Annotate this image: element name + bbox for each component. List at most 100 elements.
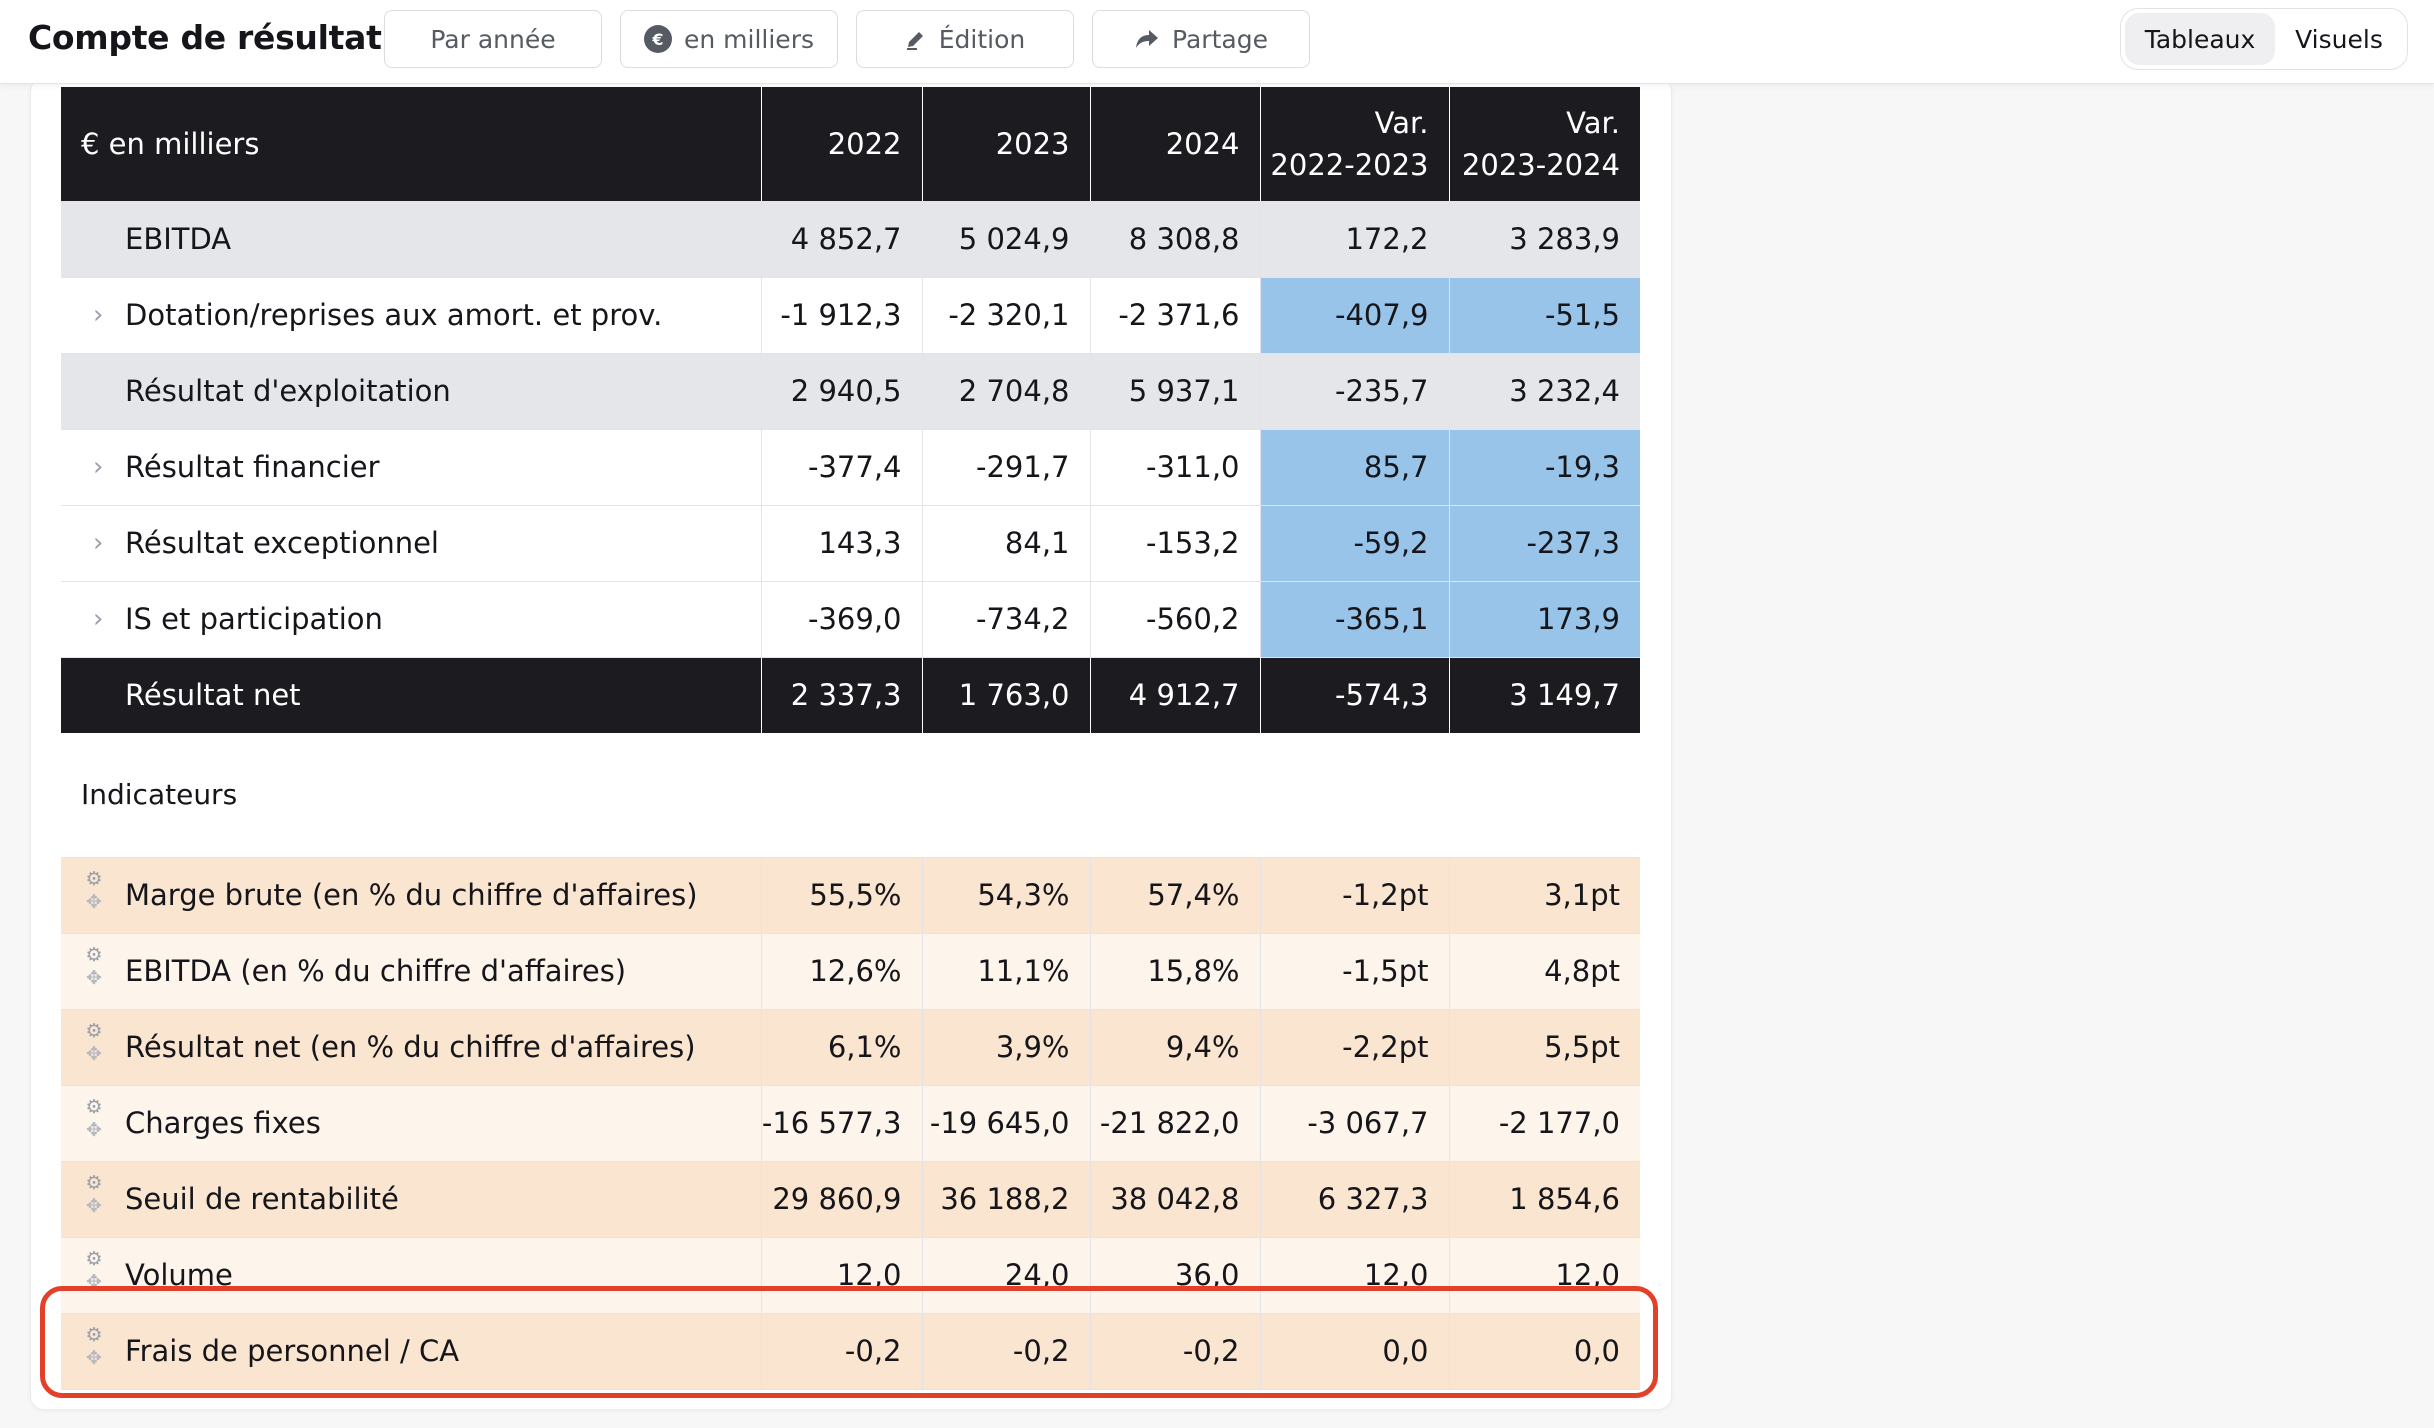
value-cell: 1 854,6 [1449,1161,1640,1238]
drag-handle-icon[interactable]: ✥ [86,1120,102,1140]
row-handle[interactable]: ⚙ ✥ [85,1021,103,1064]
edit-button[interactable]: Édition [856,10,1074,68]
chevron-right-icon[interactable]: › [93,604,103,634]
value-cell: -21 822,0 [1090,1085,1261,1162]
value-cell: 3 232,4 [1449,353,1640,430]
value-cell: 3,9% [922,1009,1091,1086]
table-row[interactable]: › IS et participation -369,0 -734,2 -560,2 -3… [61,581,1640,658]
units-button[interactable]: € en milliers [620,10,838,68]
value-cell: -560,2 [1090,581,1261,658]
table-row[interactable]: › Résultat exceptionnel 143,3 84,1 -153,2 -59… [61,505,1640,582]
gear-icon[interactable]: ⚙ [85,869,102,889]
row-handle[interactable]: ⚙ ✥ [85,1097,103,1140]
edit-button-label: Édition [938,24,1026,54]
table-row: EBITDA 4 852,7 5 024,9 8 308,8 172,2 3 283,9 [61,201,1640,278]
gear-icon[interactable]: ⚙ [85,945,102,965]
chevron-right-icon[interactable]: › [93,452,103,482]
gear-icon[interactable]: ⚙ [85,1097,102,1117]
value-cell: -1 912,3 [761,277,923,354]
drag-handle-icon[interactable]: ✥ [86,892,102,912]
share-button-label: Partage [1172,24,1268,54]
value-cell: -19,3 [1449,429,1640,506]
share-button[interactable]: Partage [1092,10,1310,68]
value-cell: 0,0 [1449,1313,1640,1390]
row-label: IS et participation [125,602,383,636]
gear-icon[interactable]: ⚙ [85,1021,102,1041]
chevron-right-icon[interactable]: › [93,300,103,330]
row-label: Résultat exceptionnel [125,526,439,560]
indicator-row[interactable]: ⚙ ✥ Résultat net (en % du chiffre d'affair… [61,1009,1640,1086]
units-button-label: en milliers [684,24,814,54]
value-cell: -2 371,6 [1090,277,1261,354]
value-cell: 9,4% [1090,1009,1261,1086]
value-cell: -1,2pt [1260,857,1450,934]
chevron-right-icon[interactable]: › [93,528,103,558]
indicator-label: Charges fixes [125,1106,321,1140]
drag-handle-icon[interactable]: ✥ [86,968,102,988]
indicators-title: Indicateurs [61,733,1640,858]
row-handle[interactable]: ⚙ ✥ [85,1325,103,1368]
gear-icon[interactable]: ⚙ [85,1325,102,1345]
indicator-row[interactable]: ⚙ ✥ Volume 12,0 24,0 36,0 12,0 12,0 [61,1237,1640,1314]
value-cell: 55,5% [761,857,923,934]
col-header: 2022 [761,87,923,201]
drag-handle-icon[interactable]: ✥ [86,1272,102,1292]
row-label: Résultat net [125,678,301,713]
col-header: 2023 [922,87,1091,201]
value-cell: -16 577,3 [761,1085,923,1162]
col-header: Var. 2023-2024 [1449,87,1640,201]
drag-handle-icon[interactable]: ✥ [86,1196,102,1216]
page-title: Compte de résultat [28,18,382,57]
value-cell: -235,7 [1260,353,1450,430]
drag-handle-icon[interactable]: ✥ [86,1348,102,1368]
gear-icon[interactable]: ⚙ [85,1173,102,1193]
indicator-label-cell: ⚙ ✥ EBITDA (en % du chiffre d'affaires) [61,933,762,1010]
tab-visuels[interactable]: Visuels [2275,13,2403,65]
indicator-label-cell: ⚙ ✥ Résultat net (en % du chiffre d'affair… [61,1009,762,1086]
row-handle[interactable]: ⚙ ✥ [85,945,103,988]
period-button[interactable]: Par année [384,10,602,68]
row-label-cell: › Résultat exceptionnel [61,505,762,582]
value-cell: -51,5 [1449,277,1640,354]
row-label-cell: › IS et participation [61,581,762,658]
col-header: 2024 [1090,87,1261,201]
indicator-row[interactable]: ⚙ ✥ Marge brute (en % du chiffre d'affaire… [61,857,1640,934]
value-cell: -2,2pt [1260,1009,1450,1086]
indicator-label: EBITDA (en % du chiffre d'affaires) [125,954,627,988]
indicator-row[interactable]: ⚙ ✥ Charges fixes -16 577,3 -19 645,0 -21 822… [61,1085,1640,1162]
value-cell: 8 308,8 [1090,201,1261,278]
indicator-row[interactable]: ⚙ ✥ Frais de personnel / CA -0,2 -0,2 -0,2 0,0… [61,1313,1640,1390]
value-cell: 12,0 [1449,1237,1640,1314]
tab-tableaux[interactable]: Tableaux [2125,13,2275,65]
indicator-row[interactable]: ⚙ ✥ EBITDA (en % du chiffre d'affaires) 12,… [61,933,1640,1010]
share-arrow-icon [1134,28,1160,50]
value-cell: 11,1% [922,933,1091,1010]
value-cell: 4 852,7 [761,201,923,278]
row-handle[interactable]: ⚙ ✥ [85,1249,103,1292]
col-header: Var. 2022-2023 [1260,87,1450,201]
value-cell: 1 763,0 [922,657,1091,733]
indicator-row[interactable]: ⚙ ✥ Seuil de rentabilité 29 860,9 36 188,2 38… [61,1161,1640,1238]
row-handle[interactable]: ⚙ ✥ [85,1173,103,1216]
table-header-row: € en milliers 2022 2023 2024 Var. 2022-20… [61,87,1640,201]
value-cell: 5 024,9 [922,201,1091,278]
value-cell: -237,3 [1449,505,1640,582]
row-label-cell: EBITDA [61,201,762,278]
indicator-label-cell: ⚙ ✥ Marge brute (en % du chiffre d'affaire… [61,857,762,934]
gear-icon[interactable]: ⚙ [85,1249,102,1269]
value-cell: 3 283,9 [1449,201,1640,278]
value-cell: -59,2 [1260,505,1450,582]
value-cell: 5,5pt [1449,1009,1640,1086]
value-cell: 12,6% [761,933,923,1010]
table-row[interactable]: › Résultat financier -377,4 -291,7 -311,0 85,… [61,429,1640,506]
table-row[interactable]: › Dotation/reprises aux amort. et prov. -1… [61,277,1640,354]
row-label-cell: Résultat net [61,657,762,733]
row-handle[interactable]: ⚙ ✥ [85,869,103,912]
value-cell: 143,3 [761,505,923,582]
value-cell: 5 937,1 [1090,353,1261,430]
unit-label: € en milliers [61,87,762,201]
value-cell: 57,4% [1090,857,1261,934]
drag-handle-icon[interactable]: ✥ [86,1044,102,1064]
value-cell: 0,0 [1260,1313,1450,1390]
value-cell: -0,2 [922,1313,1091,1390]
